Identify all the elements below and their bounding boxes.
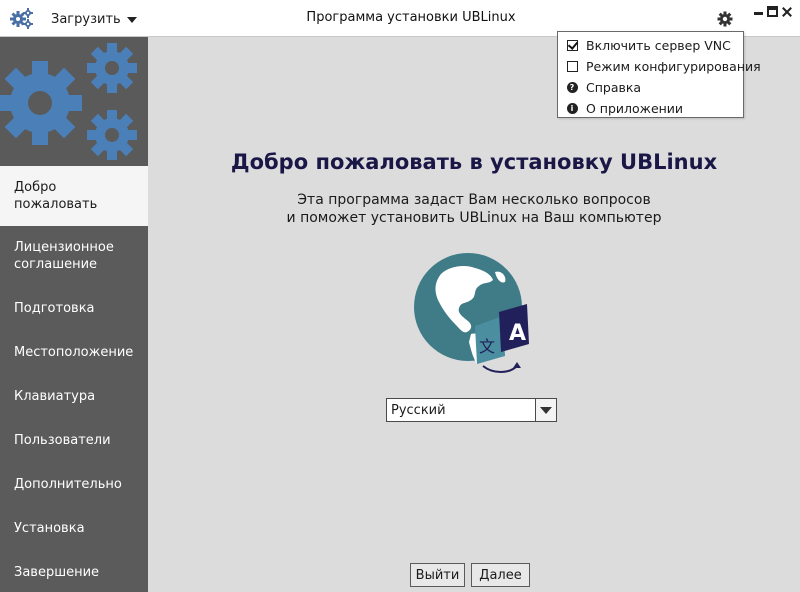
- sidebar-item-label: Клавиатура: [14, 388, 96, 404]
- svg-text:文: 文: [479, 337, 495, 356]
- sidebar-item-label: Местоположение: [14, 344, 134, 360]
- welcome-subtitle: Эта программа задаст Вам несколько вопро…: [148, 191, 800, 227]
- sidebar-item-finish[interactable]: Завершение: [0, 550, 148, 592]
- subtitle-line-2: и поможет установить UBLinux на Ваш комп…: [286, 210, 662, 226]
- checkbox-checked-icon[interactable]: [566, 40, 578, 52]
- next-button[interactable]: Далее: [471, 563, 530, 587]
- sidebar-item-label: Дополнительно: [14, 476, 122, 492]
- minimize-icon[interactable]: [752, 6, 764, 18]
- menu-item-label: О приложении: [586, 101, 684, 116]
- sidebar-item-label: Установка: [14, 520, 85, 536]
- info-icon: i: [566, 103, 578, 115]
- settings-popup-menu: Включить сервер VNC Режим конфигурирован…: [557, 31, 761, 119]
- chevron-down-icon[interactable]: [535, 399, 556, 421]
- exit-button[interactable]: Выйти: [410, 563, 465, 587]
- sidebar-item-label: Добро пожаловать: [14, 180, 98, 212]
- menu-item-label: Включить сервер VNC: [586, 38, 731, 53]
- sidebar-item-location[interactable]: Местоположение: [0, 330, 148, 374]
- svg-text:A: A: [509, 321, 526, 346]
- language-select[interactable]: Русский: [386, 398, 557, 422]
- menu-item-label: Режим конфигурирования: [586, 59, 761, 74]
- sidebar-item-license[interactable]: Лицензионное соглашение: [0, 226, 148, 286]
- sidebar-item-welcome[interactable]: Добро пожаловать: [0, 166, 148, 226]
- sidebar-item-users[interactable]: Пользователи: [0, 418, 148, 462]
- sidebar-item-label: Пользователи: [14, 432, 111, 448]
- sidebar-item-installation[interactable]: Установка: [0, 506, 148, 550]
- window-controls: [752, 6, 793, 18]
- window-title: Программа установки UBLinux: [306, 10, 516, 25]
- sidebar-item-label: Лицензионное соглашение: [14, 240, 114, 272]
- globe-language-icon: A 文: [413, 252, 538, 377]
- sidebar-item-label: Завершение: [14, 564, 100, 580]
- sidebar-item-additional[interactable]: Дополнительно: [0, 462, 148, 506]
- sidebar: Добро пожаловать Лицензионное соглашение…: [0, 37, 148, 592]
- close-icon[interactable]: [781, 6, 793, 18]
- menu-item-help[interactable]: ? Справка: [558, 77, 743, 98]
- page-title: Добро пожаловать в установку UBLinux: [230, 150, 718, 174]
- maximize-icon[interactable]: [767, 6, 778, 17]
- subtitle-line-1: Эта программа задаст Вам несколько вопро…: [297, 192, 651, 208]
- sidebar-item-keyboard[interactable]: Клавиатура: [0, 374, 148, 418]
- language-select-value: Русский: [391, 402, 446, 418]
- gear-icon[interactable]: [716, 10, 734, 28]
- menu-item-label: Справка: [586, 80, 642, 95]
- menu-item-config-mode[interactable]: Режим конфигурирования: [558, 56, 761, 77]
- checkbox-unchecked-icon[interactable]: [566, 61, 578, 73]
- main-panel: Добро пожаловать в установку UBLinux Эта…: [148, 37, 800, 592]
- help-icon: ?: [566, 82, 578, 94]
- sidebar-item-preparation[interactable]: Подготовка: [0, 286, 148, 330]
- sidebar-item-label: Подготовка: [14, 300, 95, 316]
- gears-logo: [0, 37, 148, 166]
- menu-item-enable-vnc[interactable]: Включить сервер VNC: [558, 35, 743, 56]
- menu-item-about[interactable]: i О приложении: [558, 98, 743, 119]
